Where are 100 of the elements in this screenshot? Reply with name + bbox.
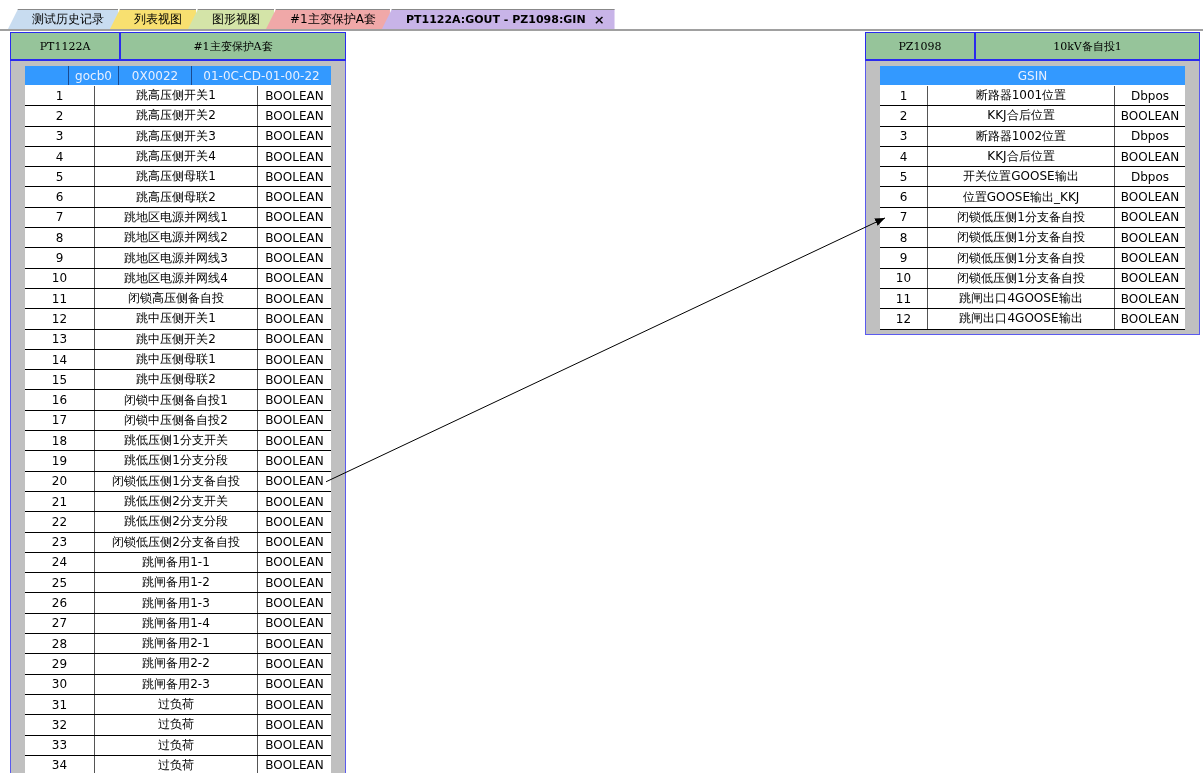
table-cell: 30: [25, 674, 95, 694]
tab[interactable]: #1主变保护A套: [266, 9, 390, 29]
table-cell: 10: [25, 268, 95, 288]
table-cell: 6: [880, 187, 928, 207]
table-cell-text: BOOLEAN: [264, 371, 325, 389]
table-cell-text: BOOLEAN: [1119, 310, 1181, 328]
table-cell: 跳低压侧2分支开关: [95, 491, 258, 512]
tab[interactable]: 列表视图: [110, 9, 196, 29]
table-cell: 4: [25, 146, 95, 167]
table-cell-text: BOOLEAN: [264, 534, 325, 552]
table-cell: 5: [880, 167, 928, 187]
table-cell: 9: [880, 248, 928, 268]
table-cell: 6: [25, 187, 95, 207]
table-cell-text: BOOLEAN: [264, 351, 325, 369]
table-cell: 14: [25, 349, 95, 370]
table-cell-text: BOOLEAN: [264, 331, 325, 349]
table-cell-text: BOOLEAN: [264, 716, 325, 734]
table-cell: 闭锁低压侧1分支备自投: [928, 248, 1115, 268]
table-cell: 19: [25, 451, 95, 471]
table-cell: 27: [25, 613, 95, 633]
table-cell: 跳闸备用1-3: [95, 593, 258, 613]
table-cell-text: BOOLEAN: [264, 148, 325, 166]
table-cell: 17: [25, 410, 95, 431]
table-cell: 21: [25, 491, 95, 512]
table-cell-text: BOOLEAN: [264, 696, 325, 714]
table-cell: 20: [25, 471, 95, 491]
table-cell: 7: [880, 207, 928, 228]
table-cell-text: BOOLEAN: [264, 473, 325, 491]
table-cell: 跳地区电源并网线4: [95, 268, 258, 288]
table-cell-text: BOOLEAN: [264, 655, 325, 673]
table-cell: 8: [880, 228, 928, 248]
table-cell: 18: [25, 431, 95, 451]
table-cell-text: BOOLEAN: [264, 757, 325, 773]
table-cell: 跳低压侧1分支分段: [95, 451, 258, 471]
table-cell: 10: [880, 268, 928, 288]
table-cell-text: BOOLEAN: [264, 209, 325, 227]
table-cell: 闭锁低压侧1分支备自投: [928, 207, 1115, 228]
table-cell-text: BOOLEAN: [1119, 229, 1181, 247]
table-cell-text: BOOLEAN: [264, 107, 325, 125]
table-cell: 跳低压侧2分支分段: [95, 512, 258, 532]
table-cell: 跳闸备用2-1: [95, 634, 258, 654]
table-cell-text: BOOLEAN: [264, 554, 325, 572]
table-cell: KKJ合后位置: [928, 146, 1115, 167]
header-cell: 0X0022: [119, 66, 192, 85]
table-cell: 跳地区电源并网线2: [95, 228, 258, 248]
table-cell-text: BOOLEAN: [264, 574, 325, 592]
tab[interactable]: 图形视图: [188, 9, 274, 29]
tab[interactable]: PT1122A:GOUT - PZ1098:GIN ×: [381, 9, 615, 29]
table-cell-text: BOOLEAN: [264, 595, 325, 613]
header-cell-text: 01-0C-CD-01-00-22: [202, 67, 321, 85]
table-cell: 16: [25, 390, 95, 410]
table-cell-text: Dbpos: [1129, 87, 1171, 105]
table-cell: 跳闸备用2-3: [95, 674, 258, 694]
table-cell: 12: [880, 309, 928, 329]
table-cell-text: BOOLEAN: [264, 737, 325, 755]
table-cell: 29: [25, 654, 95, 674]
table-cell-text: BOOLEAN: [264, 412, 325, 430]
table-cell-text: BOOLEAN: [1119, 189, 1181, 207]
table-cell-text: BOOLEAN: [1119, 290, 1181, 308]
table-cell: KKJ合后位置: [928, 106, 1115, 126]
tab[interactable]: 测试历史记录: [8, 9, 118, 29]
table-cell: 闭锁低压侧2分支备自投: [95, 532, 258, 552]
table-cell: 7: [25, 207, 95, 228]
table-cell: 跳高压侧开关2: [95, 106, 258, 126]
table-cell: 跳高压侧开关4: [95, 146, 258, 167]
table-cell: 28: [25, 634, 95, 654]
table-cell-text: BOOLEAN: [264, 168, 325, 186]
table-cell-text: BOOLEAN: [1119, 270, 1181, 288]
table-cell: 跳中压侧开关1: [95, 309, 258, 329]
table-cell: 1: [880, 86, 928, 106]
table-cell-text: BOOLEAN: [264, 290, 325, 308]
close-icon[interactable]: ×: [593, 12, 605, 27]
table-cell: 跳闸备用1-2: [95, 573, 258, 593]
table-cell: 闭锁低压侧1分支备自投: [95, 471, 258, 491]
table-cell: 过负荷: [95, 694, 258, 715]
table-cell-text: BOOLEAN: [264, 392, 325, 410]
table-cell: 闭锁中压侧备自投2: [95, 410, 258, 431]
table-cell-text: BOOLEAN: [264, 128, 325, 146]
table-cell: 13: [25, 329, 95, 349]
table-cell: 22: [25, 512, 95, 532]
table-cell: 15: [25, 370, 95, 390]
table-cell-text: BOOLEAN: [1119, 107, 1181, 125]
table-cell: 跳高压侧开关3: [95, 126, 258, 146]
device-name: 10kV备自投1: [1052, 38, 1123, 55]
table-cell-text: BOOLEAN: [264, 229, 325, 247]
table-cell: 跳中压侧开关2: [95, 329, 258, 349]
table-cell: 跳高压侧母联1: [95, 167, 258, 187]
table-cell: 跳闸出口4GOOSE输出: [928, 288, 1115, 309]
table-cell: 11: [880, 288, 928, 309]
table-cell: 11: [25, 288, 95, 309]
table-cell: 4: [880, 146, 928, 167]
table-cell-text: BOOLEAN: [264, 310, 325, 328]
header-cell: GSIN: [880, 66, 1185, 86]
table-cell: 23: [25, 532, 95, 552]
table-cell: 过负荷: [95, 735, 258, 755]
table-cell-text: BOOLEAN: [264, 270, 325, 288]
device-id: PT1122A: [11, 33, 121, 59]
table-cell: 断路器1002位置: [928, 126, 1115, 146]
table-cell: 跳高压侧开关1: [95, 86, 258, 106]
table-cell: 跳低压侧1分支开关: [95, 431, 258, 451]
